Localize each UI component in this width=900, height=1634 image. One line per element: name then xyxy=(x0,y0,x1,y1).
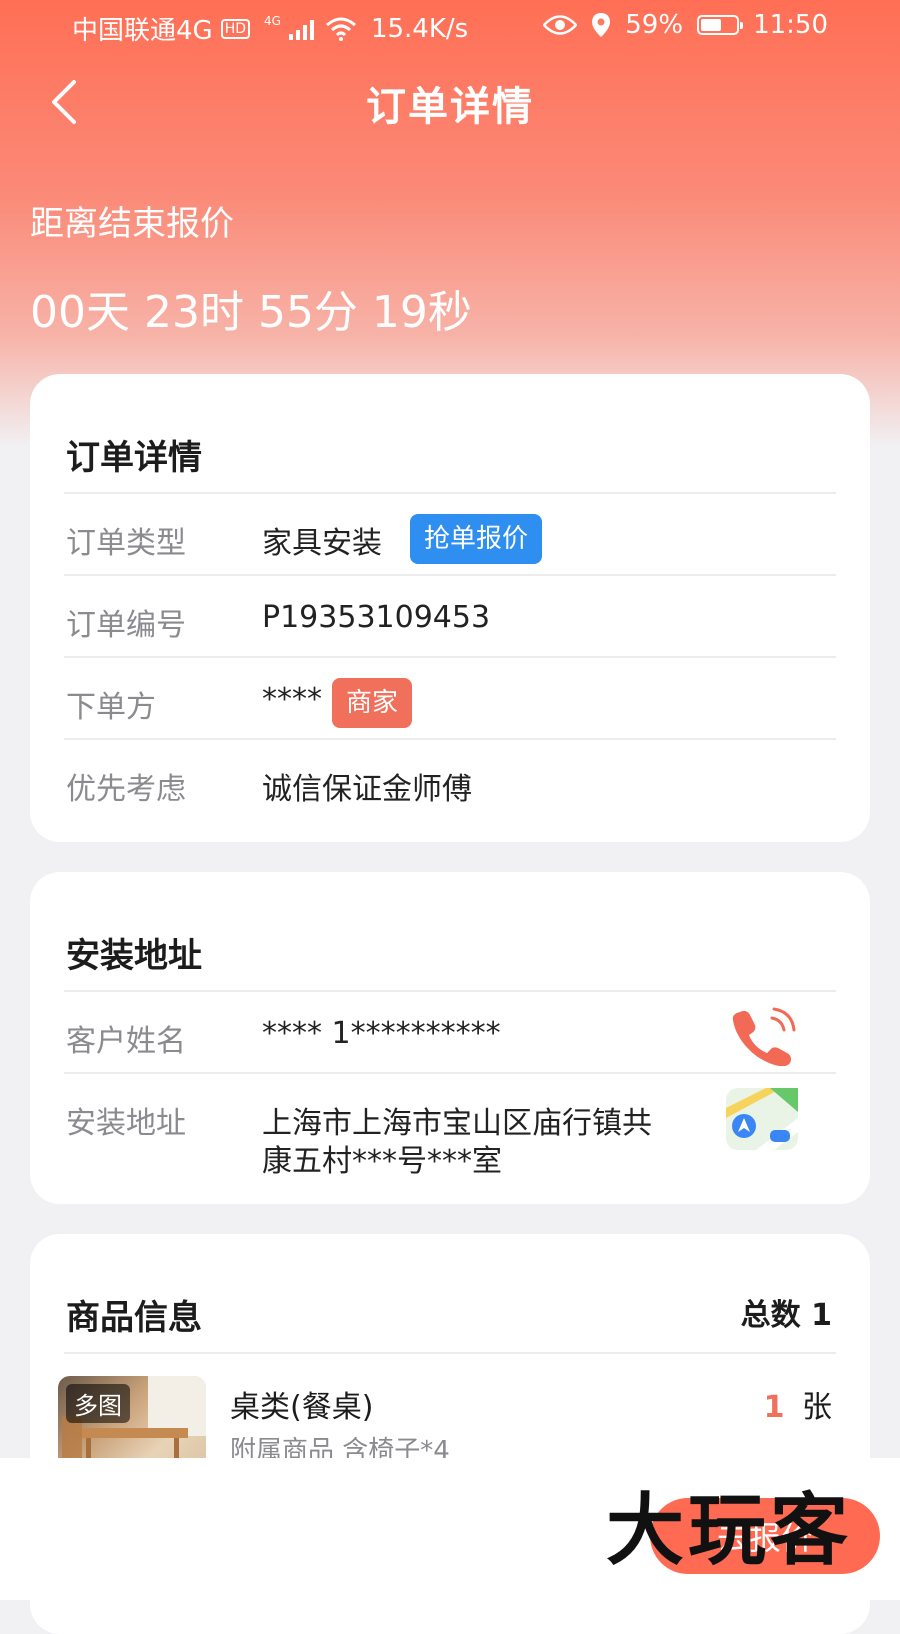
goods-card-title: 商品信息 xyxy=(66,1298,202,1338)
goods-item-row[interactable]: 多图 桌类(餐桌) 附属商品 含椅子*4 1 张 xyxy=(58,1352,836,1476)
merchant-tag: 商家 xyxy=(332,678,413,728)
countdown-timer: 00天 23时 55分 19秒 xyxy=(30,287,472,338)
map-navigation-icon[interactable] xyxy=(726,1088,798,1154)
order-type-label: 订单类型 xyxy=(66,526,186,561)
customer-row: 客户姓名 **** 1********** xyxy=(64,990,836,1074)
order-type-value: 家具安装 xyxy=(262,526,382,561)
order-number-label: 订单编号 xyxy=(66,608,186,643)
phone-call-icon[interactable] xyxy=(730,1006,800,1070)
address-label: 安装地址 xyxy=(66,1106,186,1141)
address-row: 安装地址 上海市上海市宝山区庙行镇共 康五村***号***室 xyxy=(64,1072,836,1184)
grab-order-quote-tag[interactable]: 抢单报价 xyxy=(410,514,543,564)
goods-total: 总数 1 xyxy=(740,1298,832,1333)
goods-qty-number: 1 xyxy=(763,1390,785,1425)
customer-label: 客户姓名 xyxy=(66,1024,186,1059)
customer-value: **** 1********** xyxy=(262,1016,501,1051)
order-details-card: 订单详情 订单类型 家具安装 抢单报价 订单编号 P19353109453 下单… xyxy=(30,374,870,842)
carrier-text: 中国联通4G xyxy=(72,16,213,46)
multi-image-badge: 多图 xyxy=(66,1384,130,1423)
countdown-label: 距离结束报价 xyxy=(30,204,234,244)
clock-time: 11:50 xyxy=(753,10,828,40)
wifi-icon xyxy=(325,17,356,41)
network-gen-text: 4G xyxy=(264,13,281,28)
orderer-value: **** xyxy=(262,682,322,717)
page-title: 订单详情 xyxy=(366,84,534,130)
battery-level xyxy=(701,19,722,31)
order-card-title: 订单详情 xyxy=(66,438,202,478)
hd-badge: HD xyxy=(220,18,251,39)
location-icon xyxy=(592,13,611,37)
priority-row: 优先考虑 诚信保证金师傅 xyxy=(64,738,836,822)
order-number-value: P19353109453 xyxy=(262,600,491,635)
battery-icon xyxy=(697,15,744,35)
address-card-title: 安装地址 xyxy=(66,936,202,976)
status-bar: 中国联通4G HD 4G 15.4K/s 59% 11:50 xyxy=(0,0,900,54)
goods-qty-unit: 张 xyxy=(802,1390,832,1425)
signal-icon xyxy=(288,19,314,40)
order-type-row: 订单类型 家具安装 抢单报价 xyxy=(64,492,836,576)
priority-value: 诚信保证金师傅 xyxy=(262,772,472,807)
battery-percent: 59% xyxy=(625,10,684,40)
nav-bar: 订单详情 xyxy=(0,60,900,146)
eye-icon xyxy=(543,15,578,35)
orderer-row: 下单方 **** 商家 xyxy=(64,656,836,740)
network-speed: 15.4K/s xyxy=(370,13,469,44)
install-address-card: 安装地址 客户姓名 **** 1********** 安装地址 上海市上海市宝山… xyxy=(30,872,870,1204)
orderer-label: 下单方 xyxy=(66,690,156,725)
address-line-2: 康五村***号***室 xyxy=(262,1144,502,1179)
goods-item-qty: 1 张 xyxy=(764,1382,832,1426)
priority-label: 优先考虑 xyxy=(66,772,186,807)
watermark-logo: 大玩客 xyxy=(606,1485,853,1576)
order-number-row: 订单编号 P19353109453 xyxy=(64,574,836,658)
goods-item-name: 桌类(餐桌) xyxy=(230,1390,374,1425)
